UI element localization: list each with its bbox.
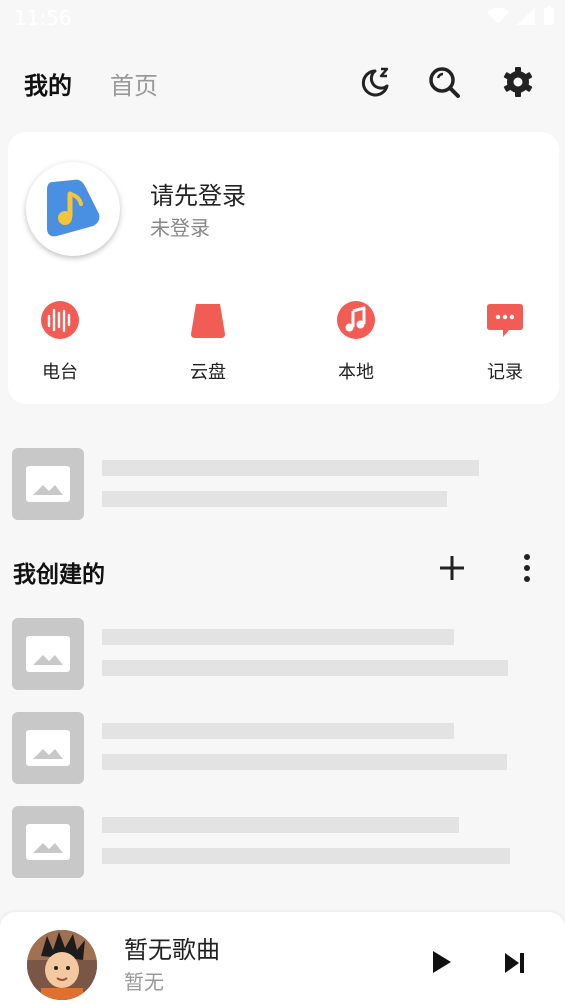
skeleton-line	[102, 491, 447, 507]
top-header: 我的 首页	[0, 52, 565, 112]
play-icon[interactable]	[426, 947, 456, 977]
playlist-thumbnail-placeholder	[12, 618, 84, 690]
playlist-thumbnail-placeholder	[12, 712, 84, 784]
history-icon	[487, 304, 523, 337]
skeleton-line	[102, 817, 459, 833]
quick-action-label: 记录	[487, 362, 523, 383]
playlist-placeholder-row[interactable]	[12, 618, 552, 690]
more-vertical-icon[interactable]	[516, 552, 538, 584]
playlist-thumbnail-placeholder	[12, 806, 84, 878]
skip-next-icon[interactable]	[500, 948, 530, 978]
status-icons	[487, 6, 555, 26]
screen: 11:56 我的 首页 请先登录 未登录 电台 云盘 本地 记录 我创建的 暂无…	[0, 0, 565, 1004]
skeleton-line	[102, 629, 454, 645]
quick-action-history[interactable]: 记录	[455, 300, 555, 390]
image-placeholder-icon	[26, 730, 70, 766]
quick-action-label: 云盘	[190, 362, 226, 383]
app-logo-avatar[interactable]	[26, 162, 120, 256]
image-placeholder-icon	[26, 466, 70, 502]
playlist-placeholder-row[interactable]	[12, 448, 552, 520]
sleep-timer-icon[interactable]	[358, 64, 394, 100]
mini-player[interactable]: 暂无歌曲 暂无	[0, 912, 565, 1004]
plus-icon[interactable]	[436, 552, 468, 584]
user-card: 请先登录 未登录 电台 云盘 本地 记录	[8, 132, 559, 404]
quick-action-label: 本地	[338, 362, 374, 383]
radio-icon	[41, 301, 79, 339]
login-status: 未登录	[150, 216, 210, 240]
playlist-thumbnail-placeholder	[12, 448, 84, 520]
quick-action-cloud-disk[interactable]: 云盘	[158, 300, 258, 390]
music-note-icon	[337, 301, 375, 339]
signal-icon	[517, 7, 535, 25]
skeleton-line	[102, 848, 510, 864]
album-cover-art	[27, 930, 97, 1000]
search-icon[interactable]	[426, 64, 462, 100]
tab-mine[interactable]: 我的	[24, 66, 72, 101]
skeleton-line	[102, 460, 479, 476]
song-artist: 暂无	[124, 970, 164, 994]
battery-icon	[544, 6, 554, 25]
section-title-created: 我创建的	[13, 562, 105, 588]
skeleton-line	[102, 660, 508, 676]
cloud-disk-icon	[191, 304, 225, 338]
settings-icon[interactable]	[500, 64, 536, 100]
login-prompt[interactable]: 请先登录	[150, 176, 246, 211]
album-cover[interactable]	[27, 930, 97, 1000]
image-placeholder-icon	[26, 636, 70, 672]
quick-action-local[interactable]: 本地	[306, 300, 406, 390]
quick-action-radio[interactable]: 电台	[10, 300, 110, 390]
playlist-placeholder-row[interactable]	[12, 806, 552, 878]
song-title: 暂无歌曲	[124, 936, 220, 964]
wifi-icon	[487, 7, 509, 24]
skeleton-line	[102, 723, 454, 739]
skeleton-line	[102, 754, 507, 770]
playlist-placeholder-row[interactable]	[12, 712, 552, 784]
quick-action-label: 电台	[42, 362, 78, 383]
app-logo-icon	[47, 179, 100, 237]
image-placeholder-icon	[26, 824, 70, 860]
status-time: 11:56	[14, 6, 72, 30]
status-bar: 11:56	[0, 0, 565, 38]
tab-home[interactable]: 首页	[110, 66, 158, 101]
